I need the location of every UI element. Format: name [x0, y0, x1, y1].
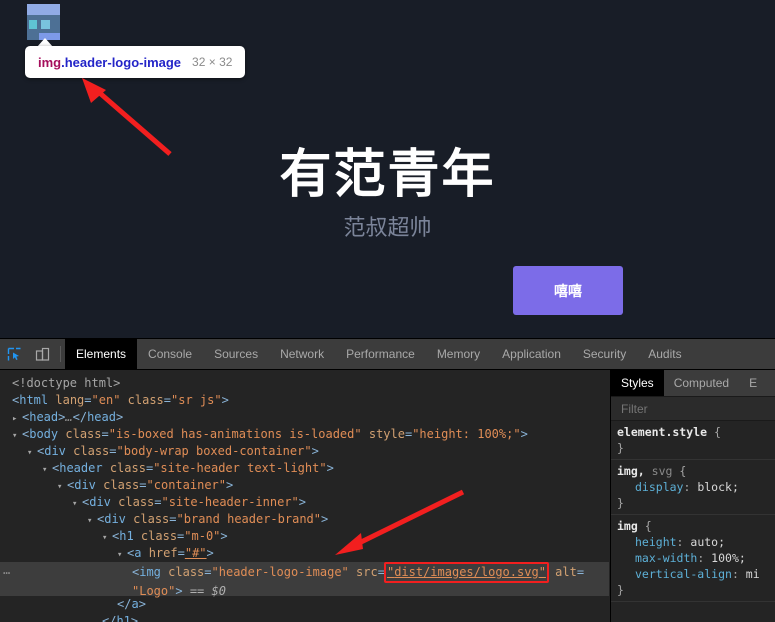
- css-rule-img[interactable]: img { height: auto; max-width: 100%; ver…: [611, 515, 775, 602]
- dom-row[interactable]: <!doctype html>: [0, 375, 609, 392]
- page-subtitle: 范叔超帅: [343, 216, 432, 241]
- css-rule-element-style[interactable]: element.style { }: [611, 421, 775, 460]
- tab-performance[interactable]: Performance: [335, 339, 426, 369]
- tab-audits[interactable]: Audits: [637, 339, 692, 369]
- styles-filter-input[interactable]: Filter: [611, 397, 775, 421]
- devtools-toolbar: Elements Console Sources Network Perform…: [0, 339, 775, 370]
- tab-console[interactable]: Console: [137, 339, 203, 369]
- css-value[interactable]: 100%;: [711, 551, 746, 565]
- dom-row[interactable]: ▾ <div class="body-wrap boxed-container">: [0, 443, 609, 460]
- tooltip-class-name: .header-logo-image: [61, 54, 182, 70]
- hero-cta-button[interactable]: 嘻嘻: [513, 266, 623, 315]
- logo-shape-top: [27, 4, 60, 15]
- page-title: 有范青年: [279, 145, 496, 205]
- dom-row[interactable]: ▾ <header class="site-header text-light">: [0, 460, 609, 477]
- css-value[interactable]: mi: [746, 567, 760, 581]
- element-highlight-tooltip: img .header-logo-image 32 × 32: [25, 46, 246, 78]
- css-value[interactable]: block;: [697, 480, 739, 494]
- header-logo-image[interactable]: [27, 4, 60, 40]
- tab-computed[interactable]: Computed: [664, 370, 739, 396]
- css-selector: img: [617, 519, 638, 533]
- dom-row[interactable]: ▾ <body class="is-boxed has-animations is…: [0, 426, 609, 443]
- tab-event-listeners[interactable]: E: [739, 370, 767, 396]
- dom-row[interactable]: <html lang="en" class="sr js">: [0, 392, 609, 409]
- css-rule-img-svg[interactable]: img, svg { display: block; }: [611, 460, 775, 515]
- css-property[interactable]: vertical-align: [617, 567, 732, 581]
- tab-styles[interactable]: Styles: [611, 370, 664, 396]
- tab-network[interactable]: Network: [269, 339, 335, 369]
- styles-tabbar: Styles Computed E: [611, 370, 775, 397]
- toolbar-divider: [60, 346, 61, 362]
- css-value[interactable]: auto;: [690, 535, 725, 549]
- logo-shape-square-left: [29, 20, 37, 29]
- dom-row[interactable]: ▾ <h1 class="m-0">: [0, 528, 609, 545]
- dom-row[interactable]: ▾ <div class="site-header-inner">: [0, 494, 609, 511]
- dom-row-selected[interactable]: … <img class="header-logo-image" src= "di…: [0, 562, 609, 598]
- tab-memory[interactable]: Memory: [426, 339, 491, 369]
- dom-tree-pane[interactable]: <!doctype html> <html lang="en" class="s…: [0, 370, 609, 622]
- logo-shape-square-right: [41, 20, 50, 29]
- tab-security[interactable]: Security: [572, 339, 637, 369]
- page-viewport: 有范青年 范叔超帅 嘻嘻 img .header-logo-image 32 × …: [0, 0, 775, 338]
- css-selector: element.style: [617, 425, 708, 439]
- devtools-panel: Elements Console Sources Network Perform…: [0, 338, 775, 622]
- screenshot-root: 有范青年 范叔超帅 嘻嘻 img .header-logo-image 32 × …: [0, 0, 775, 622]
- tab-sources[interactable]: Sources: [203, 339, 269, 369]
- tab-application[interactable]: Application: [491, 339, 572, 369]
- device-toolbar-icon[interactable]: [28, 340, 56, 368]
- css-property[interactable]: height: [617, 535, 677, 549]
- tooltip-tag-name: img: [38, 54, 62, 70]
- dom-row[interactable]: ▾ <div class="container">: [0, 477, 609, 494]
- css-property[interactable]: max-width: [617, 551, 697, 565]
- tooltip-dimensions: 32 × 32: [192, 55, 233, 69]
- dom-row[interactable]: ▾ <a href="#">: [0, 545, 609, 562]
- css-selector-part: svg: [651, 464, 673, 478]
- styles-sidebar: Styles Computed E Filter element.style {…: [610, 370, 775, 622]
- dom-row[interactable]: </a>: [0, 596, 609, 613]
- image-src-attribute-highlight[interactable]: "dist/images/logo.svg": [383, 562, 549, 583]
- dom-doctype: <!doctype html>: [12, 376, 121, 390]
- tab-elements[interactable]: Elements: [65, 339, 138, 369]
- css-selector: img,: [617, 464, 645, 478]
- image-src-value: dist/images/logo.svg: [394, 565, 539, 579]
- css-property[interactable]: display: [617, 480, 683, 494]
- dom-row[interactable]: </h1>: [0, 613, 609, 622]
- inspect-element-icon[interactable]: [0, 340, 28, 368]
- dom-row-ellipsis: …: [3, 563, 12, 577]
- dom-row[interactable]: ▸ <head>…</head>: [0, 409, 609, 426]
- dom-row[interactable]: ▾ <div class="brand header-brand">: [0, 511, 609, 528]
